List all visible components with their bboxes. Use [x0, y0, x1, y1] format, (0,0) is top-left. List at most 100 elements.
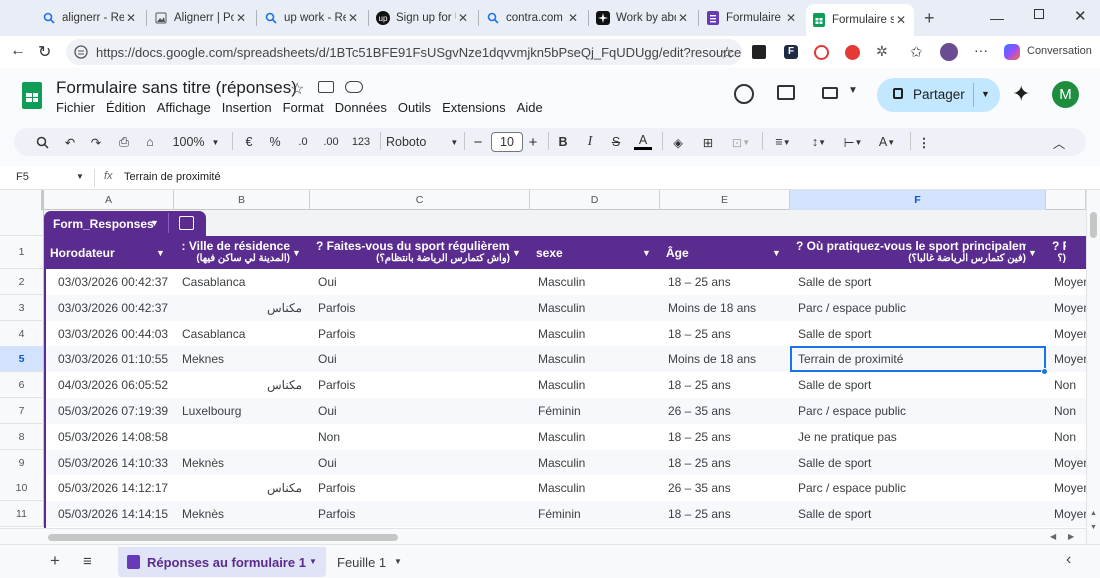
text-color-button[interactable]: A — [634, 132, 652, 150]
zoom-select[interactable]: 100% ▼ — [168, 132, 224, 152]
table-cell[interactable]: Oui — [318, 456, 530, 470]
row-header[interactable]: 11 — [0, 501, 44, 528]
table-cell[interactable]: Moyen — [1054, 507, 1086, 521]
table-cell[interactable]: Moyen — [1054, 481, 1086, 495]
table-cell[interactable]: Parfois — [318, 378, 530, 392]
table-cell[interactable]: Casablanca — [182, 275, 310, 289]
bold-button[interactable]: B — [554, 132, 572, 152]
table-cell[interactable]: 03/03/2026 00:42:37 — [58, 301, 174, 315]
menu-outils[interactable]: Outils — [398, 100, 431, 115]
fill-color-icon[interactable]: ◈ — [668, 132, 688, 152]
more-options-icon[interactable]: ··· — [974, 42, 988, 58]
browser-tab[interactable]: up Sign up for U ✕ — [370, 4, 476, 32]
table-cell[interactable]: 05/03/2026 14:08:58 — [58, 430, 174, 444]
table-cell[interactable]: 26 – 35 ans — [668, 404, 790, 418]
redo-icon[interactable]: ↷ — [86, 132, 106, 152]
table-cell[interactable]: Non — [1054, 378, 1086, 392]
horizontal-align-icon[interactable]: ≡ ▼ — [768, 132, 798, 152]
table-cell[interactable]: Parc / espace public — [798, 404, 1046, 418]
extension-record-icon[interactable] — [814, 45, 829, 60]
document-title[interactable]: Formulaire sans titre (réponses) — [56, 78, 297, 98]
selected-cell[interactable] — [790, 346, 1046, 372]
table-cell[interactable]: Moyen — [1054, 352, 1086, 366]
bookmark-star-icon[interactable]: ☆ — [720, 43, 734, 63]
menu-aide[interactable]: Aide — [517, 100, 543, 115]
font-family-select[interactable]: Roboto ▼ — [386, 132, 458, 152]
close-tab-icon[interactable]: ✕ — [346, 11, 360, 25]
table-cell[interactable]: Féminin — [538, 404, 660, 418]
table-cell[interactable]: Masculin — [538, 352, 660, 366]
table-cell[interactable]: Salle de sport — [798, 327, 1046, 341]
table-cell[interactable]: 18 – 25 ans — [668, 456, 790, 470]
sheet-tab[interactable]: Feuille 1 ▼ — [337, 547, 417, 577]
close-tab-icon[interactable]: ✕ — [456, 11, 470, 25]
table-cell[interactable]: 05/03/2026 14:12:17 — [58, 481, 174, 495]
column-filter-chevron-icon[interactable]: ▼ — [772, 248, 781, 258]
copilot-icon[interactable] — [1004, 44, 1020, 60]
sheets-logo-icon[interactable] — [22, 82, 42, 109]
table-cell[interactable]: Je ne pratique pas — [798, 430, 1046, 444]
star-icon[interactable]: ☆ — [290, 79, 304, 99]
minimize-icon[interactable]: — — [990, 10, 1004, 26]
scroll-left-icon[interactable]: ◀ — [1050, 532, 1056, 541]
table-cell[interactable]: Parfois — [318, 301, 530, 315]
increase-font-size-icon[interactable]: + — [525, 132, 541, 152]
share-button[interactable]: Partager ▼ — [877, 78, 1000, 112]
column-header-d[interactable]: D — [530, 190, 660, 210]
vertical-scroll-thumb[interactable] — [1090, 212, 1097, 238]
row-header[interactable]: 7 — [0, 398, 44, 424]
merge-cells-icon[interactable]: ⊡ ▼ — [726, 132, 756, 152]
table-cell[interactable]: Moyen — [1054, 301, 1086, 315]
table-cell[interactable]: Meknès — [182, 507, 310, 521]
comments-icon[interactable] — [777, 85, 795, 100]
browser-tab[interactable]: Alignerr | Pov ✕ — [148, 4, 254, 32]
row-header[interactable]: 10 — [0, 475, 44, 502]
table-header-cell[interactable]: ? Faites-vous du sport régulièrement (واش… — [316, 236, 510, 269]
scroll-down-icon[interactable]: ▼ — [1090, 524, 1097, 531]
horizontal-scroll-thumb[interactable] — [48, 534, 398, 541]
table-cell[interactable]: 26 – 35 ans — [668, 481, 790, 495]
horizontal-scrollbar[interactable]: ◀ ▶ — [0, 528, 1086, 544]
table-cell[interactable]: Casablanca — [182, 327, 310, 341]
table-view-icon[interactable] — [179, 216, 194, 230]
column-filter-chevron-icon[interactable]: ▼ — [292, 248, 301, 258]
table-cell[interactable]: 03/03/2026 01:10:55 — [58, 352, 174, 366]
table-cell[interactable]: 18 – 25 ans — [668, 378, 790, 392]
table-cell[interactable]: Féminin — [538, 507, 660, 521]
chevron-down-icon[interactable]: ▼ — [309, 557, 317, 566]
vertical-align-icon[interactable]: ↕ ▼ — [804, 132, 834, 152]
table-cell[interactable]: Non — [1054, 430, 1086, 444]
close-tab-icon[interactable]: ✕ — [894, 13, 908, 27]
add-sheet-icon[interactable]: + — [50, 551, 60, 571]
close-tab-icon[interactable]: ✕ — [566, 11, 580, 25]
menu-insertion[interactable]: Insertion — [222, 100, 272, 115]
row-header[interactable]: 6 — [0, 372, 44, 399]
restore-icon[interactable] — [1034, 9, 1044, 19]
table-cell[interactable]: 18 – 25 ans — [668, 507, 790, 521]
profile-avatar[interactable] — [940, 43, 958, 61]
column-header-f[interactable]: F — [790, 190, 1046, 210]
table-cell[interactable]: Salle de sport — [798, 507, 1046, 521]
decrease-decimal-button[interactable]: .0 — [292, 132, 314, 152]
row-header[interactable]: 9 — [0, 449, 44, 476]
table-cell[interactable]: مكناس — [182, 301, 302, 315]
table-cell[interactable]: Oui — [318, 275, 530, 289]
menu-donnees[interactable]: Données — [335, 100, 387, 115]
row-header[interactable]: 8 — [0, 423, 44, 450]
table-cell[interactable]: Masculin — [538, 456, 660, 470]
scroll-up-icon[interactable]: ▲ — [1090, 510, 1097, 517]
scroll-right-icon[interactable]: ▶ — [1068, 532, 1074, 541]
back-icon[interactable]: ← — [10, 42, 26, 60]
new-tab-icon[interactable]: + — [924, 8, 935, 29]
row-header[interactable]: 2 — [0, 269, 44, 295]
table-cell[interactable]: Salle de sport — [798, 378, 1046, 392]
row-header[interactable]: 4 — [0, 320, 44, 347]
table-cell[interactable]: Masculin — [538, 301, 660, 315]
menu-affichage[interactable]: Affichage — [157, 100, 211, 115]
table-cell[interactable]: Moyen — [1054, 275, 1086, 289]
table-cell[interactable]: Moyen — [1054, 327, 1086, 341]
extension-flash-icon[interactable] — [845, 45, 860, 60]
extensions-puzzle-icon[interactable]: ✲ — [876, 43, 888, 60]
decrease-font-size-icon[interactable]: − — [470, 132, 486, 152]
avatar[interactable]: M — [1052, 81, 1079, 108]
